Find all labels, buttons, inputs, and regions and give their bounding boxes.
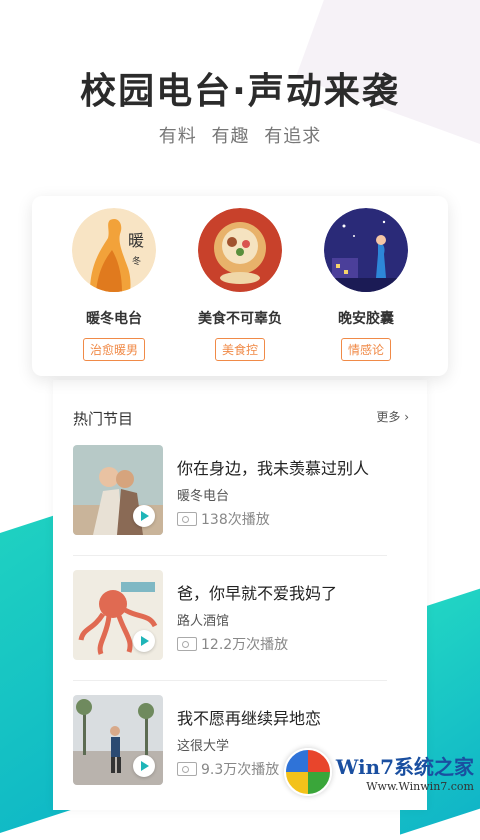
svg-text:暖: 暖 bbox=[128, 231, 144, 250]
more-link[interactable]: 更多 › bbox=[376, 408, 409, 425]
svg-text:冬: 冬 bbox=[132, 255, 141, 267]
category-name: 美食不可辜负 bbox=[198, 311, 282, 327]
category-card: 暖 冬 暖冬电台 治愈暖男 美食不可辜负 美食控 晚安胶囊 情感论 bbox=[32, 196, 448, 376]
divider bbox=[73, 555, 387, 556]
program-thumbnail[interactable] bbox=[73, 695, 163, 785]
play-count-text: 138次播放 bbox=[201, 512, 270, 528]
program-play-count: 138次播放 bbox=[177, 509, 270, 529]
tagline-item: 有追求 bbox=[264, 126, 322, 147]
play-count-text: 12.2万次播放 bbox=[201, 637, 289, 653]
program-title: 你在身边，我未羡慕过别人 bbox=[177, 459, 370, 478]
play-count-icon bbox=[177, 762, 197, 776]
category-name: 暖冬电台 bbox=[86, 311, 142, 327]
watermark: Win7系统之家 Www.Winwin7.com bbox=[283, 748, 474, 796]
play-count-text: 9.3万次播放 bbox=[201, 762, 280, 778]
program-author: 这很大学 bbox=[177, 739, 230, 754]
play-icon[interactable] bbox=[133, 505, 155, 527]
chevron-right-icon: › bbox=[404, 410, 409, 424]
play-count-icon bbox=[177, 512, 197, 526]
night-cover-icon bbox=[324, 208, 408, 292]
section-title: 热门节目 bbox=[73, 410, 134, 428]
program-thumbnail[interactable] bbox=[73, 445, 163, 535]
program-author: 暖冬电台 bbox=[177, 489, 230, 504]
program-play-count: 12.2万次播放 bbox=[177, 634, 288, 654]
category-item-warm-winter[interactable]: 暖 冬 暖冬电台 治愈暖男 bbox=[54, 208, 174, 361]
program-title: 我不愿再继续异地恋 bbox=[177, 709, 322, 728]
windows-logo-icon bbox=[283, 748, 332, 796]
category-item-night[interactable]: 晚安胶囊 情感论 bbox=[306, 208, 426, 361]
tagline: 有料 有趣 有追求 bbox=[0, 122, 480, 148]
hot-programs-panel: 热门节目 更多 › 你在身边，我未羡慕过别人 暖冬电台 138次播放 爸，你早就… bbox=[53, 380, 427, 810]
program-author: 路人酒馆 bbox=[177, 614, 230, 629]
warm-winter-cover-icon: 暖 冬 bbox=[72, 208, 156, 292]
food-cover-icon bbox=[198, 208, 282, 292]
play-icon[interactable] bbox=[133, 755, 155, 777]
tagline-item: 有料 bbox=[158, 126, 197, 147]
category-tag[interactable]: 治愈暖男 bbox=[82, 338, 145, 361]
play-count-icon bbox=[177, 637, 197, 651]
watermark-brand: Win7系统之家 bbox=[335, 755, 474, 779]
program-item[interactable]: 爸，你早就不爱我妈了 路人酒馆 12.2万次播放 bbox=[73, 570, 387, 680]
more-label: 更多 bbox=[376, 410, 401, 424]
category-item-food[interactable]: 美食不可辜负 美食控 bbox=[180, 208, 300, 361]
program-play-count: 9.3万次播放 bbox=[177, 759, 279, 779]
program-item[interactable]: 你在身边，我未羡慕过别人 暖冬电台 138次播放 bbox=[73, 445, 387, 555]
category-name: 晚安胶囊 bbox=[338, 311, 394, 327]
play-icon[interactable] bbox=[133, 630, 155, 652]
category-tag[interactable]: 美食控 bbox=[214, 338, 265, 361]
watermark-text: Win7系统之家 Www.Winwin7.com bbox=[336, 751, 474, 793]
program-title: 爸，你早就不爱我妈了 bbox=[177, 584, 338, 603]
page-title: 校园电台·声动来袭 bbox=[80, 71, 400, 112]
program-thumbnail[interactable] bbox=[73, 570, 163, 660]
divider bbox=[73, 680, 387, 681]
tagline-item: 有趣 bbox=[211, 126, 250, 147]
watermark-url: Www.Winwin7.com bbox=[366, 780, 474, 793]
category-tag[interactable]: 情感论 bbox=[340, 338, 391, 361]
